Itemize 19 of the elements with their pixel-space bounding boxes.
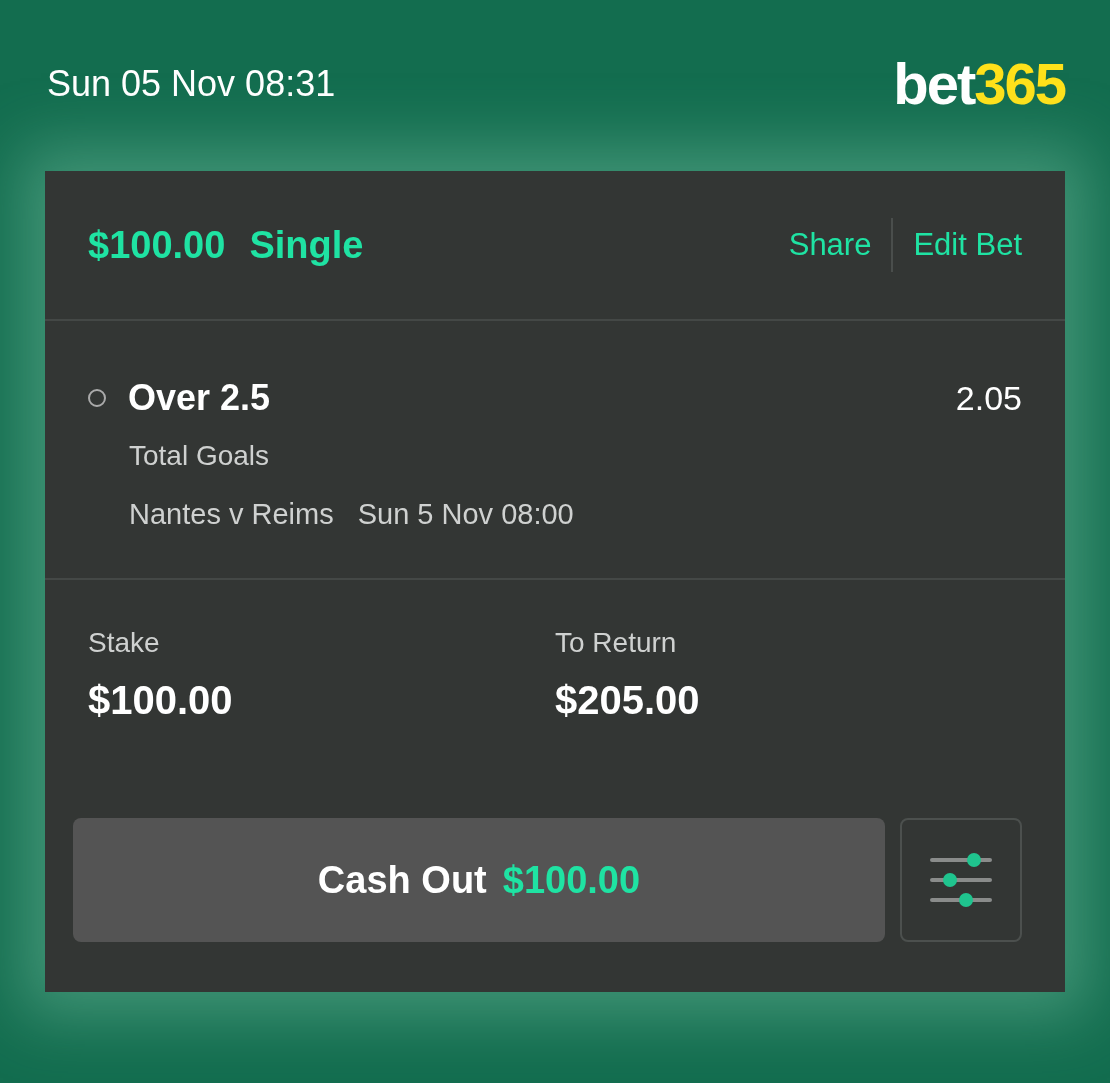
summary-value: $205.00 <box>555 677 701 724</box>
event-time: Sun 5 Nov 08:00 <box>357 497 574 532</box>
odds: 2.05 <box>955 377 1022 419</box>
summary-label: Stake <box>88 626 161 660</box>
sliders-icon <box>930 852 992 908</box>
status-icon <box>88 389 106 407</box>
date-time: Sun 05 Nov 08:31 <box>46 61 336 106</box>
event-name: Nantes v Reims <box>129 497 334 532</box>
logo: bet365 <box>893 54 1065 113</box>
settings-button[interactable] <box>900 818 1022 942</box>
action-link[interactable]: Share <box>788 221 872 269</box>
cash-out-button[interactable]: Cash Out $100.00 <box>73 818 885 942</box>
summary-value: $100.00 <box>88 677 234 724</box>
summary-label: To Return <box>555 626 678 660</box>
market-name: Total Goals <box>129 439 271 473</box>
stake-amount: $100.00 <box>88 222 226 268</box>
bet-type: Single <box>249 222 364 268</box>
action-link[interactable]: Edit Bet <box>913 221 1022 269</box>
selection-name: Over 2.5 <box>128 376 271 420</box>
